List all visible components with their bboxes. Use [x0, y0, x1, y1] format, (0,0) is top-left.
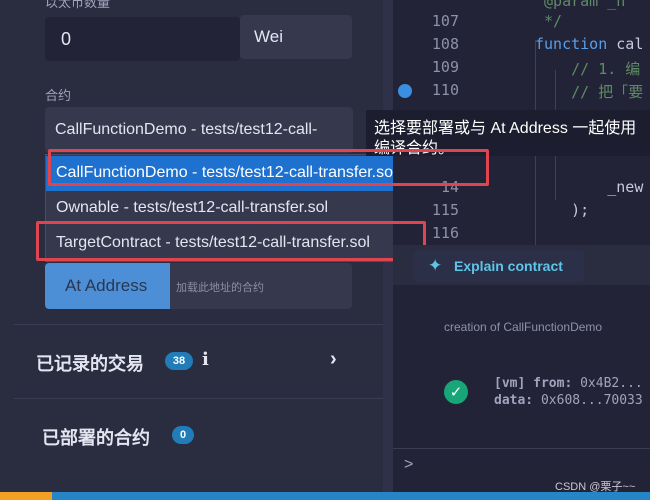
recorded-transactions-title[interactable]: 已记录的交易	[36, 350, 144, 376]
terminal-from-line[interactable]: [vm] from: 0x4B2...	[494, 376, 643, 391]
from-label: from:	[533, 376, 573, 391]
code-line[interactable]: );	[535, 201, 589, 219]
line-number: 109	[431, 58, 459, 76]
contract-select[interactable]: CallFunctionDemo - tests/test12-call-	[45, 107, 353, 153]
code-token: // 把「要	[535, 83, 644, 101]
data-label: data:	[494, 393, 534, 408]
code-token: );	[535, 201, 590, 219]
contract-option-callfunctiondemo[interactable]: CallFunctionDemo - tests/test12-call-tra…	[46, 156, 440, 191]
terminal-log-line: creation of CallFunctionDemo	[444, 320, 603, 334]
transactions-count-badge: 38	[165, 352, 193, 370]
terminal-divider	[393, 448, 650, 449]
code-line[interactable]: function cal	[535, 35, 643, 53]
terminal-prompt-icon[interactable]: >	[404, 456, 413, 474]
data-value: 0x608...70033	[540, 393, 643, 408]
code-token: cal	[607, 35, 644, 53]
code-token: function	[535, 35, 608, 53]
code-token: // 1. 编	[535, 60, 641, 78]
line-number: 108	[431, 35, 459, 53]
address-input[interactable]: 加载此地址的合约	[170, 263, 352, 309]
chevron-right-icon[interactable]: ›	[330, 348, 337, 371]
section-divider	[14, 324, 383, 325]
at-address-button[interactable]: At Address	[45, 263, 170, 309]
contract-label: 合约	[45, 88, 72, 103]
eth-amount-label: 以太币数量	[45, 0, 111, 10]
breakpoint-dot-icon[interactable]	[398, 84, 412, 98]
vm-tag: [vm]	[494, 376, 526, 391]
contract-tooltip: 选择要部署或与 At Address 一起使用 编译合约。	[366, 110, 650, 156]
code-line[interactable]: */	[535, 12, 562, 30]
tooltip-line: 编译合约。	[374, 140, 455, 156]
terminal-data-line[interactable]: data: 0x608...70033	[494, 393, 643, 408]
line-number: 116	[431, 224, 459, 242]
success-check-icon: ✓	[444, 380, 468, 404]
deployed-contracts-title[interactable]: 已部署的合约	[42, 424, 150, 450]
line-number: 115	[431, 201, 459, 219]
code-line[interactable]: // 把「要	[535, 81, 643, 102]
code-token: */	[535, 12, 563, 30]
info-icon[interactable]: i	[202, 349, 209, 370]
sparkle-icon: ✦	[428, 256, 443, 275]
code-token: @param _n	[535, 0, 626, 10]
contract-option-ownable[interactable]: Ownable - tests/test12-call-transfer.sol	[46, 191, 440, 226]
code-line[interactable]: // 1. 编	[535, 58, 640, 79]
watermark: CSDN @栗子~~	[555, 481, 636, 493]
status-bar-left	[0, 492, 52, 500]
code-token: _new	[535, 178, 644, 196]
tooltip-line: 选择要部署或与 At Address 一起使用	[374, 120, 637, 137]
line-number: 14	[440, 178, 459, 196]
from-value: 0x4B2...	[580, 376, 643, 391]
contract-dropdown: CallFunctionDemo - tests/test12-call-tra…	[45, 154, 441, 262]
code-line[interactable]: @param _n	[535, 0, 625, 10]
value-input[interactable]: 0	[45, 17, 240, 61]
code-line[interactable]: _new	[535, 178, 643, 196]
deployed-count-badge: 0	[172, 426, 194, 444]
unit-select[interactable]: Wei	[240, 15, 352, 59]
line-number: 107	[431, 12, 459, 30]
line-number: 110	[431, 81, 459, 99]
section-divider	[14, 398, 383, 399]
contract-option-targetcontract[interactable]: TargetContract - tests/test12-call-trans…	[46, 226, 440, 261]
